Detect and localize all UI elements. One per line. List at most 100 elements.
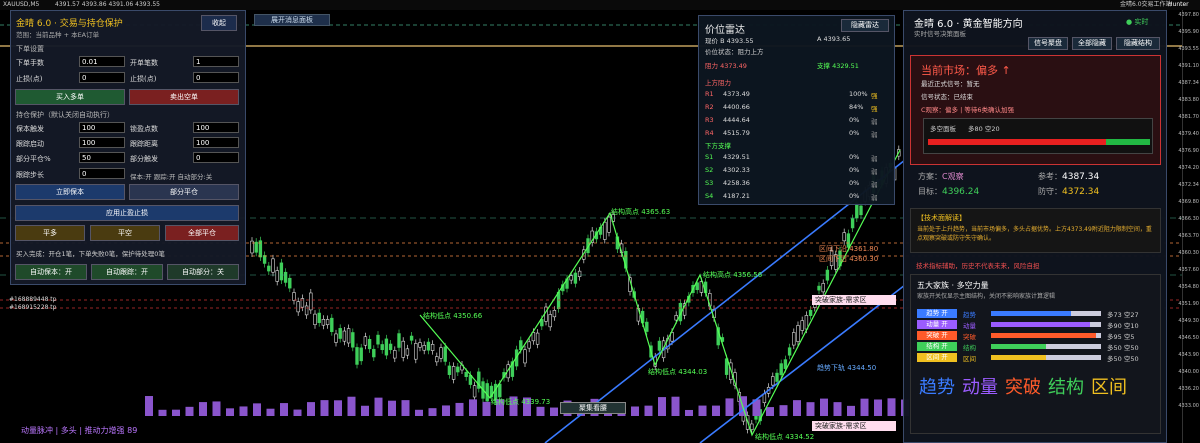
candle-body — [267, 265, 271, 272]
candle-body — [288, 277, 292, 289]
candle-body — [607, 216, 611, 233]
price-tick: 4333.00 — [1178, 403, 1199, 409]
candle-body — [443, 346, 447, 362]
auto-partial-toggle[interactable]: 自动部分：关 — [167, 264, 239, 280]
candle-body — [338, 328, 342, 339]
struct-low-label: 结构低点 4350.66 — [423, 312, 483, 320]
level-pct: 0% — [849, 153, 860, 161]
close-all-button[interactable]: 全部平仓 — [165, 225, 239, 241]
family-toggle[interactable]: 突破 开 — [917, 331, 957, 340]
signal-button[interactable]: 信号聚盘 — [1028, 37, 1068, 50]
level-name: R1 — [705, 90, 714, 98]
level-strength: 弱 — [871, 118, 878, 126]
candle-body — [325, 319, 330, 326]
family-toggle[interactable]: 结构 开 — [917, 342, 957, 351]
panel-title: 金晴 6.0 · 交易与持仓保护 — [16, 19, 123, 29]
level-price: 4400.66 — [723, 103, 750, 111]
price-tick: 4360.30 — [1178, 250, 1199, 256]
candle-body — [317, 312, 321, 323]
tp-input[interactable]: 0 — [193, 72, 239, 83]
candle-body — [855, 202, 859, 219]
down-header: 下方支撑 — [705, 142, 731, 150]
candle-body — [435, 356, 439, 363]
families-box: 五大家族 · 多空力量 家族开关仅显示主图结构，关闭不影响家族计算逻辑 趋势 开… — [910, 274, 1161, 434]
partial-pct-input[interactable]: 50 — [79, 152, 125, 163]
trail-start-input[interactable]: 100 — [79, 137, 125, 148]
demand-zone-label: 突破家族-需求区 — [812, 421, 896, 431]
trail-step-input[interactable]: 0 — [79, 168, 125, 179]
partial-close-button[interactable]: 部分平仓 — [129, 184, 239, 200]
hide-all-button[interactable]: 全部隐藏 — [1072, 37, 1112, 50]
partial-trigger-label: 部分触发 — [130, 155, 158, 163]
momentum-status: 动量脉冲 | 多头 | 推动力增强 89 — [21, 426, 138, 435]
sl-input[interactable]: 0 — [79, 72, 125, 83]
candle-body — [808, 309, 813, 316]
struct-high-label: 结构高点 4356.56 — [703, 271, 763, 279]
radar-support: 支撑 4329.51 — [817, 62, 859, 70]
price-tick: 4374.20 — [1178, 165, 1199, 171]
lot-input[interactable]: 0.01 — [79, 56, 125, 67]
auto-be-toggle[interactable]: 自动保本：开 — [15, 264, 87, 280]
apply-sltp-button[interactable]: 应用止盈止损 — [15, 205, 239, 221]
close-long-button[interactable]: 平多 — [15, 225, 85, 241]
defense-value: 4372.34 — [1062, 187, 1100, 197]
be-trigger-input[interactable]: 100 — [79, 122, 125, 133]
volume-bar — [293, 409, 302, 416]
count-input[interactable]: 1 — [193, 56, 239, 67]
volume-bar — [442, 405, 450, 416]
buy-button[interactable]: 买入多单 — [15, 89, 125, 105]
price-tick: 4387.34 — [1178, 80, 1199, 86]
candle-body — [309, 292, 313, 311]
price-axis[interactable]: 4397.80 4395.90 4393.55 4391.10 4387.34 4383.… — [1178, 10, 1200, 443]
close-short-button[interactable]: 平空 — [90, 225, 160, 241]
candle-body — [334, 333, 338, 343]
hide-struct-button[interactable]: 隐藏结构 — [1116, 37, 1160, 50]
hide-radar-button[interactable]: 隐藏雷达 — [841, 19, 889, 32]
center-tag[interactable]: 聚集看腰 — [560, 402, 626, 414]
sell-button[interactable]: 卖出空单 — [129, 89, 239, 105]
family-toggle[interactable]: 动量 开 — [917, 320, 957, 329]
auto-trail-toggle[interactable]: 自动跟踪：开 — [91, 264, 163, 280]
candle-body — [657, 340, 662, 351]
lock-label: 锁盈点数 — [130, 125, 158, 133]
candle-body — [825, 269, 830, 281]
collapse-button[interactable]: 收起 — [201, 15, 237, 31]
defense-label: 防守： — [1038, 187, 1062, 196]
volume-bar — [239, 406, 248, 416]
user-label[interactable]: Hunter — [1168, 0, 1189, 10]
level-strength: 强 — [871, 92, 878, 100]
tech-title: 【技术面解读】 — [917, 214, 966, 222]
candle-body — [367, 339, 372, 350]
volume-bar — [172, 409, 180, 416]
candle-body — [552, 309, 557, 318]
partial-trigger-input[interactable]: 0 — [193, 152, 239, 163]
candle-body — [821, 283, 825, 293]
lock-input[interactable]: 100 — [193, 122, 239, 133]
struct-low-label: 结构低点 4339.73 — [491, 398, 551, 406]
volume-bar — [266, 408, 275, 416]
candle-body — [804, 315, 809, 330]
candle-body — [527, 341, 531, 349]
level-name: S3 — [705, 179, 714, 187]
family-bar — [991, 322, 1101, 327]
breakeven-button[interactable]: 立即保本 — [15, 184, 125, 200]
bid-price: 现价 B 4393.55 — [705, 37, 754, 45]
struct-low-label: 结构低点 4344.03 — [648, 368, 708, 376]
expand-news-tag[interactable]: 展开消息面板 — [254, 14, 330, 26]
candle-body — [346, 328, 351, 344]
volume-bar — [644, 405, 653, 416]
trade-protect-panel: 金晴 6.0 · 交易与持仓保护 范围：当前品种 + 本EA订单 收起 下单设置… — [10, 10, 246, 285]
volume-bar — [725, 398, 734, 416]
candle-body — [393, 350, 397, 359]
trail-dist-input[interactable]: 100 — [193, 137, 239, 148]
level-strength: 强 — [871, 105, 878, 113]
candle-body — [792, 332, 796, 346]
action-log: 买入完成：开仓1笔，下单失败0笔，保护待处理0笔 — [16, 250, 165, 258]
candle-body — [787, 347, 792, 356]
level-name: R4 — [705, 129, 714, 137]
family-bar-fill — [991, 322, 1090, 327]
family-toggle[interactable]: 区间 开 — [917, 353, 957, 362]
family-toggle[interactable]: 趋势 开 — [917, 309, 957, 318]
family-label: 区间 — [963, 355, 976, 363]
candle-body — [750, 423, 754, 430]
